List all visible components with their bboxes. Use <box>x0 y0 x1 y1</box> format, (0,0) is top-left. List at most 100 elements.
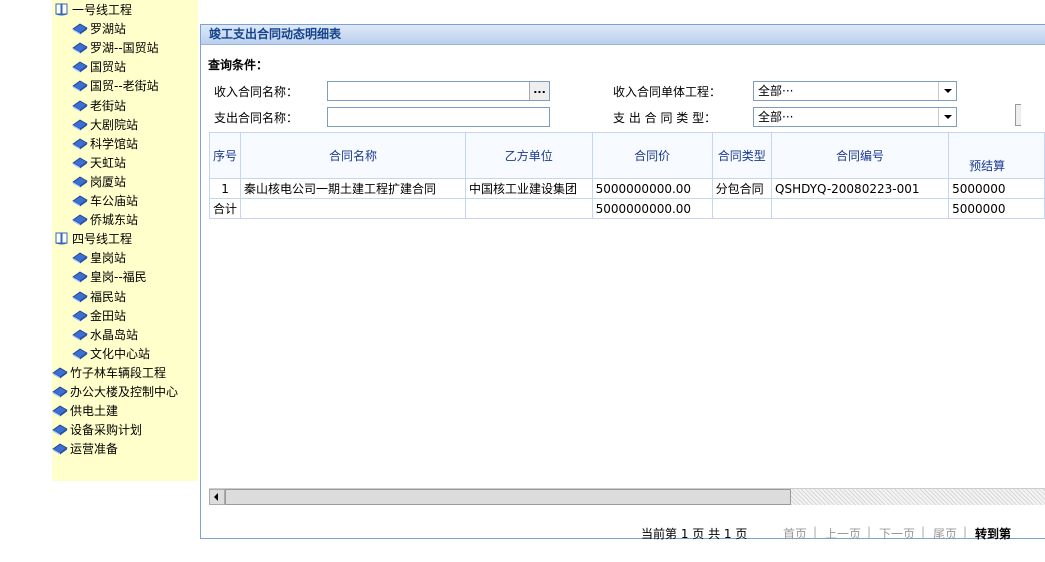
total-price: 5000000000.00 <box>591 198 713 219</box>
tree-item[interactable]: 金田站 <box>72 308 126 324</box>
scroll-thumb[interactable] <box>225 489 791 505</box>
book-icon <box>52 441 68 455</box>
cell-party: 中国核工业建设集团 <box>464 178 593 199</box>
tree-item[interactable]: 设备采购计划 <box>52 422 142 438</box>
tree-item-label: 福民站 <box>90 289 127 304</box>
book-icon <box>72 136 88 150</box>
book-icon <box>72 308 88 322</box>
tree-item[interactable]: 皇岗--福民 <box>72 269 147 285</box>
tree-item-label: 金田站 <box>90 308 127 323</box>
pager-separator: | <box>867 525 872 539</box>
cell-code: QSHDYQ-20080223-001 <box>771 178 950 199</box>
books-icon <box>54 2 70 16</box>
pager-status: 当前第 1 页 共 1 页 <box>641 527 748 541</box>
tree-item[interactable]: 一号线工程 <box>54 2 132 18</box>
tree-item[interactable]: 文化中心站 <box>72 346 150 362</box>
tree-item[interactable]: 侨城东站 <box>72 212 138 228</box>
total-code <box>771 198 950 219</box>
book-icon <box>72 289 88 303</box>
income-contract-input[interactable]: ... <box>327 81 550 101</box>
col-header-settlement: 预结算 <box>948 132 1045 179</box>
income-contract-label: 收入合同名称： <box>214 85 299 99</box>
book-icon <box>72 250 88 264</box>
book-icon <box>52 384 68 398</box>
pager-separator: | <box>921 525 926 539</box>
tree-item[interactable]: 天虹站 <box>72 155 126 171</box>
total-name <box>240 198 466 219</box>
book-icon <box>72 78 88 92</box>
table-row[interactable]: 1 秦山核电公司一期土建工程扩建合同 中国核工业建设集团 5000000000.… <box>208 178 1045 199</box>
pager-last-link[interactable]: 尾页 <box>933 525 957 542</box>
book-icon <box>72 98 88 112</box>
cell-index: 1 <box>208 178 242 199</box>
query-button-edge[interactable] <box>1015 104 1021 126</box>
tree-item[interactable]: 国贸站 <box>72 59 126 75</box>
chevron-down-icon <box>938 82 956 100</box>
expense-type-value: 全部··· <box>758 110 794 124</box>
browse-contract-button[interactable]: ... <box>529 82 549 100</box>
income-unit-select[interactable]: 全部··· <box>753 81 957 101</box>
tree-item[interactable]: 运营准备 <box>52 441 118 457</box>
book-icon <box>72 155 88 169</box>
tree-item-label: 罗湖站 <box>90 22 127 37</box>
pager-prev-link[interactable]: 上一页 <box>825 525 861 542</box>
tree-item[interactable]: 岗厦站 <box>72 174 126 190</box>
col-header-code: 合同编号 <box>771 132 950 179</box>
scroll-left-icon[interactable] <box>209 489 225 505</box>
expense-type-select[interactable]: 全部··· <box>753 107 957 127</box>
panel-title: 竣工支出合同动态明细表 <box>201 25 1045 45</box>
expense-contract-label: 支出合同名称： <box>214 111 299 125</box>
col-header-index: 序号 <box>208 132 242 179</box>
chevron-down-icon <box>938 108 956 126</box>
expense-contract-input[interactable] <box>327 107 550 127</box>
total-label: 合计 <box>208 198 242 219</box>
tree-item-label: 皇岗--福民 <box>90 270 147 285</box>
tree-item-label: 设备采购计划 <box>70 423 143 438</box>
tree-item[interactable]: 办公大楼及控制中心 <box>52 384 178 400</box>
tree-item-label: 办公大楼及控制中心 <box>70 385 179 399</box>
col-header-name: 合同名称 <box>240 132 466 179</box>
total-party <box>464 198 593 219</box>
tree-item-label: 供电土建 <box>70 404 119 419</box>
scroll-track[interactable] <box>791 489 1045 505</box>
col-header-type: 合同类型 <box>711 132 773 179</box>
horizontal-scrollbar[interactable] <box>209 488 1045 505</box>
tree-item-label: 运营准备 <box>70 442 119 457</box>
tree-item-label: 一号线工程 <box>72 3 133 17</box>
tree-item[interactable]: 供电土建 <box>52 403 118 419</box>
book-icon <box>72 193 88 207</box>
pager-first-link[interactable]: 首页 <box>783 525 807 542</box>
tree-item-label: 水晶岛站 <box>90 327 139 342</box>
total-type <box>711 198 773 219</box>
book-icon <box>72 117 88 131</box>
tree-item[interactable]: 竹子林车辆段工程 <box>52 365 166 381</box>
tree-item[interactable]: 国贸--老街站 <box>72 78 159 94</box>
tree-item-label: 侨城东站 <box>90 213 139 228</box>
tree-item-label: 竹子林车辆段工程 <box>70 365 167 380</box>
pager-next-link[interactable]: 下一页 <box>879 525 915 542</box>
book-icon <box>52 365 68 379</box>
tree-item[interactable]: 福民站 <box>72 289 126 305</box>
tree-item[interactable]: 大剧院站 <box>72 117 138 133</box>
pager-separator: | <box>963 525 968 539</box>
book-icon <box>72 269 88 283</box>
tree-item[interactable]: 罗湖站 <box>72 21 126 37</box>
tree-item[interactable]: 科学馆站 <box>72 136 138 152</box>
tree-item[interactable]: 罗湖--国贸站 <box>72 40 159 56</box>
tree-item[interactable]: 车公庙站 <box>72 193 138 209</box>
tree-item[interactable]: 皇岗站 <box>72 250 126 266</box>
book-icon <box>72 346 88 360</box>
tree-item[interactable]: 老街站 <box>72 98 126 114</box>
cell-name: 秦山核电公司一期土建工程扩建合同 <box>240 178 466 199</box>
tree-item[interactable]: 水晶岛站 <box>72 327 138 343</box>
income-unit-label: 收入合同单体工程： <box>613 85 722 99</box>
tree-item-label: 文化中心站 <box>90 346 151 361</box>
tree-item-label: 老街站 <box>90 98 127 113</box>
book-icon <box>52 403 68 417</box>
expense-type-label: 支 出 合 同 类 型： <box>613 111 717 125</box>
total-settlement: 5000000 <box>948 198 1045 219</box>
project-tree: 一号线工程罗湖站罗湖--国贸站 国贸站国贸--老街站老街站大剧院站科学馆站天虹站岗… <box>52 0 198 481</box>
tree-item[interactable]: 四号线工程 <box>54 231 132 247</box>
pager-goto-label[interactable]: 转到第 <box>975 525 1011 542</box>
col-header-party: 乙方单位 <box>464 132 593 179</box>
